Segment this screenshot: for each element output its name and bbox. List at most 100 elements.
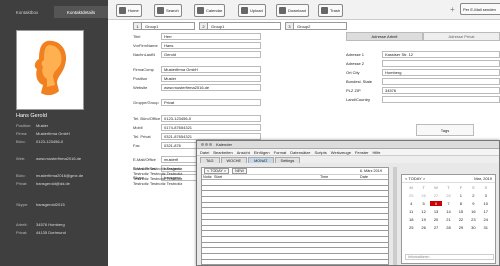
field-input[interactable]: 0321-876 <box>161 141 197 149</box>
calendar-day[interactable]: 26 <box>417 225 429 230</box>
calendar-day[interactable]: 18 <box>405 217 417 222</box>
calendar-day[interactable]: 19 <box>417 217 429 222</box>
field-input[interactable] <box>382 59 500 67</box>
field-input[interactable]: 34576 <box>382 86 500 94</box>
menu-bearbeiten[interactable]: Bearbeiten <box>213 150 232 155</box>
menu-hilfe[interactable]: Hilfe <box>373 150 381 155</box>
menu-datensaetze[interactable]: Datensätze <box>290 150 310 155</box>
field-input[interactable]: 0174-87654321 <box>161 123 261 131</box>
download-button[interactable]: Download <box>276 4 309 17</box>
field-input[interactable]: Herr <box>161 32 261 40</box>
field-input[interactable] <box>382 77 500 85</box>
field-input[interactable]: Muster <box>161 74 261 82</box>
close-icon[interactable] <box>201 143 204 146</box>
add-icon[interactable]: + <box>450 5 455 14</box>
calendar-day[interactable]: 10 <box>480 201 492 206</box>
calendar-day[interactable]: 1 <box>455 193 467 198</box>
group-select-1[interactable]: 1 Group1 <box>133 22 195 30</box>
calendar-day[interactable]: 31 <box>480 225 492 230</box>
field-input[interactable]: Privat <box>161 98 261 106</box>
calendar-day[interactable]: 21 <box>442 217 454 222</box>
today-nav-button[interactable]: < TODAY > <box>204 168 230 174</box>
menu-scripts[interactable]: Scripts <box>315 150 327 155</box>
field-input[interactable]: 0321-87654321 <box>161 132 261 140</box>
calendar-day[interactable]: 9 <box>467 201 479 206</box>
calendar-day[interactable]: 3 <box>480 193 492 198</box>
calendar-day[interactable]: 11 <box>405 209 417 214</box>
calendar-day[interactable]: 27 <box>430 225 442 230</box>
tab-monat[interactable]: MONAT <box>248 157 274 163</box>
menu-datei[interactable]: Datei <box>200 150 209 155</box>
calendar-day[interactable]: 8 <box>455 201 467 206</box>
calendar-day[interactable]: 7 <box>442 201 454 206</box>
tags-field[interactable]: Tags <box>416 124 474 136</box>
tab-kontaktbox[interactable]: Kontaktbox <box>0 6 54 18</box>
field-input[interactable]: Hans <box>161 41 261 49</box>
menu-werkzeuge[interactable]: Werkzeuge <box>331 150 351 155</box>
calendar-day[interactable]: 2 <box>467 193 479 198</box>
calendar-day[interactable]: 13 <box>430 209 442 214</box>
calendar-day[interactable]: 15 <box>455 209 467 214</box>
row-value[interactable]: www.musterfirma2016.de <box>36 156 81 161</box>
menu-format[interactable]: Format <box>274 150 287 155</box>
tab-tag[interactable]: TAG <box>200 157 220 163</box>
tab-adresse-privat[interactable]: Adresse Privat <box>423 32 500 41</box>
search-button[interactable]: Search <box>154 4 182 17</box>
row-value[interactable]: 0123-123456-0 <box>36 139 63 144</box>
calendar-day[interactable]: 26 <box>417 193 429 198</box>
field-input[interactable]: Gerold <box>161 50 261 58</box>
home-button[interactable]: Home <box>116 4 142 17</box>
calendar-day[interactable]: 25 <box>405 225 417 230</box>
group-select-3[interactable]: 3 Group2 <box>285 22 347 30</box>
field-input[interactable]: Musterfirma GmbH <box>161 65 261 73</box>
menu-ansicht[interactable]: Ansicht <box>237 150 250 155</box>
tab-adresse-arbeit[interactable]: Adresse Arbeit <box>346 32 423 41</box>
mini-today-nav[interactable]: < TODAY > <box>405 176 425 181</box>
calendar-day[interactable]: 23 <box>467 217 479 222</box>
calendar-day[interactable]: 17 <box>480 209 492 214</box>
row-value[interactable]: hansgerold2015 <box>36 202 65 207</box>
scrollbar[interactable] <box>393 167 397 265</box>
calendar-day[interactable]: 27 <box>430 193 442 198</box>
calendar-day[interactable]: 22 <box>455 217 467 222</box>
upload-button[interactable]: Upload <box>238 4 266 17</box>
calendar-day[interactable]: 24 <box>480 217 492 222</box>
row-value[interactable]: musterfirma2016@gmx.de <box>36 173 83 178</box>
new-entry-button[interactable]: NEW <box>232 168 247 174</box>
window-controls[interactable] <box>201 143 212 146</box>
calendar-day[interactable]: 29 <box>455 225 467 230</box>
calendar-day[interactable]: 28 <box>442 225 454 230</box>
calendar-day[interactable]: 4 <box>405 201 417 206</box>
field-input[interactable] <box>382 95 500 103</box>
field-input[interactable]: www.musterfirma2016.de <box>161 83 261 91</box>
tab-woche[interactable]: WOCHE <box>220 157 248 163</box>
calendar-day[interactable]: 16 <box>467 209 479 214</box>
sidebar-row-skype: Skype: hansgerold2015 <box>16 202 65 207</box>
trash-button[interactable]: Trash <box>318 4 344 17</box>
calendar-day[interactable]: 6 <box>429 201 443 206</box>
list-item[interactable] <box>202 254 388 260</box>
field-label: Ort City <box>346 69 360 75</box>
field-input[interactable]: 0123-123456-0 <box>161 114 261 122</box>
field-input[interactable]: musterfi <box>161 155 197 163</box>
menu-einfuegen[interactable]: Einfügen <box>254 150 270 155</box>
group-select-2[interactable]: 2 Group1 <box>199 22 281 30</box>
calendar-day[interactable]: 5 <box>417 201 429 206</box>
minimize-icon[interactable] <box>205 143 208 146</box>
calendar-day[interactable]: 20 <box>430 217 442 222</box>
notes-field[interactable]: Testnotiz Testnotiz Testnotiz Testnotiz … <box>133 166 201 186</box>
row-value[interactable]: hansgerold@dd.de <box>36 181 70 186</box>
tab-kontaktdetails[interactable]: Kontaktdetails <box>54 6 108 18</box>
calendar-day[interactable]: 14 <box>442 209 454 214</box>
menu-fenster[interactable]: Fenster <box>355 150 369 155</box>
tab-settings[interactable]: Settings <box>274 157 301 163</box>
calendar-day[interactable]: 25 <box>405 193 417 198</box>
calendar-day[interactable]: 12 <box>417 209 429 214</box>
calendar-button[interactable]: Calendar <box>194 4 226 17</box>
send-email-button[interactable]: Per E-Mail senden <box>460 3 500 15</box>
field-input[interactable]: Homberg <box>382 68 500 76</box>
calendar-day[interactable]: 28 <box>442 193 454 198</box>
calendar-day[interactable]: 30 <box>467 225 479 230</box>
maximize-icon[interactable] <box>209 143 212 146</box>
field-input[interactable]: Kassiser Str. 12 <box>382 50 500 58</box>
